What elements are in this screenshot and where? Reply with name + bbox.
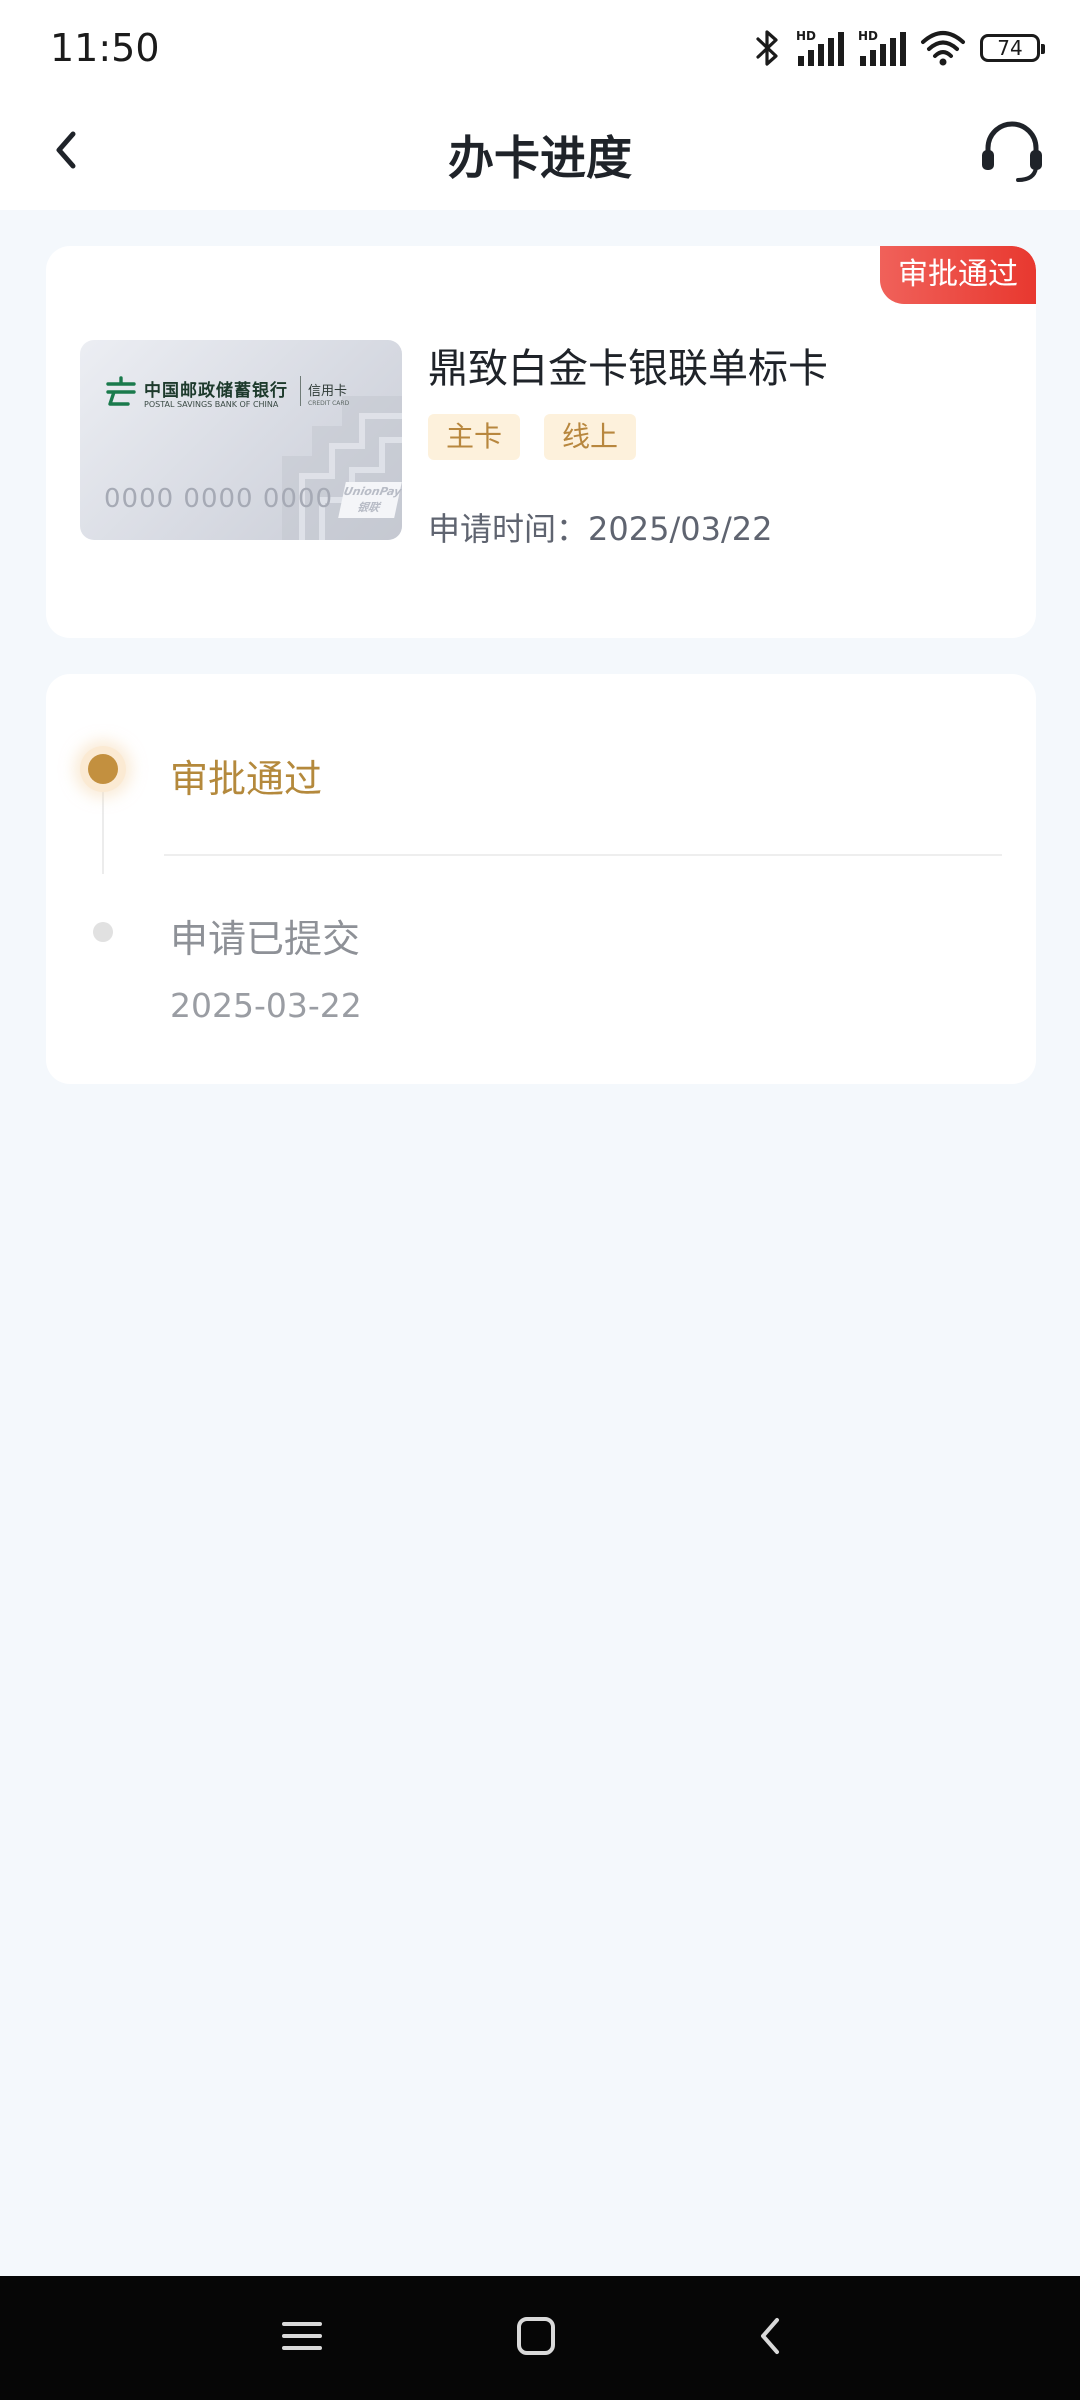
headset-icon <box>976 114 1048 190</box>
card-number: 0000 0000 0000 <box>104 484 334 514</box>
header: 办卡进度 <box>0 96 1080 210</box>
customer-service-button[interactable] <box>974 114 1050 190</box>
step-date-submitted: 2025-03-22 <box>170 986 362 1025</box>
step-active-dot <box>80 746 126 792</box>
card-divider <box>300 376 301 406</box>
card-type: 信用卡 <box>308 384 348 399</box>
svg-text:HD: HD <box>796 29 816 43</box>
step-title-approved: 审批通过 <box>170 757 323 801</box>
bluetooth-icon <box>754 29 782 67</box>
wifi-icon <box>920 28 966 68</box>
back-icon <box>753 2314 787 2362</box>
card-tags: 主卡 线上 <box>428 414 637 460</box>
battery-icon: 74 <box>980 34 1045 62</box>
hd-signal-icon: HD <box>858 28 906 68</box>
apply-time: 申请时间：2025/03/22 <box>428 510 773 548</box>
battery-level: 74 <box>997 36 1023 60</box>
status-icons: HD HD 74 <box>754 26 1045 70</box>
card-bank-name: 中国邮政储蓄银行 <box>144 381 288 401</box>
status-badge: 审批通过 <box>880 246 1036 304</box>
card-info-panel[interactable]: 审批通过 中国邮政储蓄银行 POSTAL SAVINGS BANK OF CHI… <box>46 246 1036 638</box>
progress-panel: 审批通过 申请已提交 2025-03-22 <box>46 674 1036 1084</box>
hd-signal-icon: HD <box>796 28 844 68</box>
menu-icon <box>280 2316 324 2360</box>
status-bar: 11:50 HD HD 74 <box>0 0 1080 96</box>
step-divider <box>164 854 1002 856</box>
nav-menu-button[interactable] <box>266 2302 338 2374</box>
step-inactive-dot <box>93 922 113 942</box>
timeline-line <box>102 778 104 874</box>
card-type-en: CREDIT CARD <box>308 400 350 407</box>
card-name: 鼎致白金卡银联单标卡 <box>428 346 828 392</box>
step-title-submitted: 申请已提交 <box>170 917 361 961</box>
status-time: 11:50 <box>50 26 160 70</box>
credit-card-image: 中国邮政储蓄银行 POSTAL SAVINGS BANK OF CHINA 信用… <box>80 340 402 540</box>
home-icon <box>514 2314 558 2362</box>
tag-online: 线上 <box>544 414 637 460</box>
nav-back-button[interactable] <box>734 2302 806 2374</box>
tag-primary-card: 主卡 <box>428 414 521 460</box>
system-nav-bar <box>0 2276 1080 2400</box>
nav-home-button[interactable] <box>500 2302 572 2374</box>
postal-bank-logo-icon <box>104 376 138 414</box>
unionpay-logo: UnionPay 银联 <box>338 482 402 518</box>
page-title: 办卡进度 <box>448 131 632 185</box>
card-emboss-pattern <box>282 396 402 540</box>
svg-text:HD: HD <box>858 29 878 43</box>
card-bank-name-en: POSTAL SAVINGS BANK OF CHINA <box>144 400 279 409</box>
